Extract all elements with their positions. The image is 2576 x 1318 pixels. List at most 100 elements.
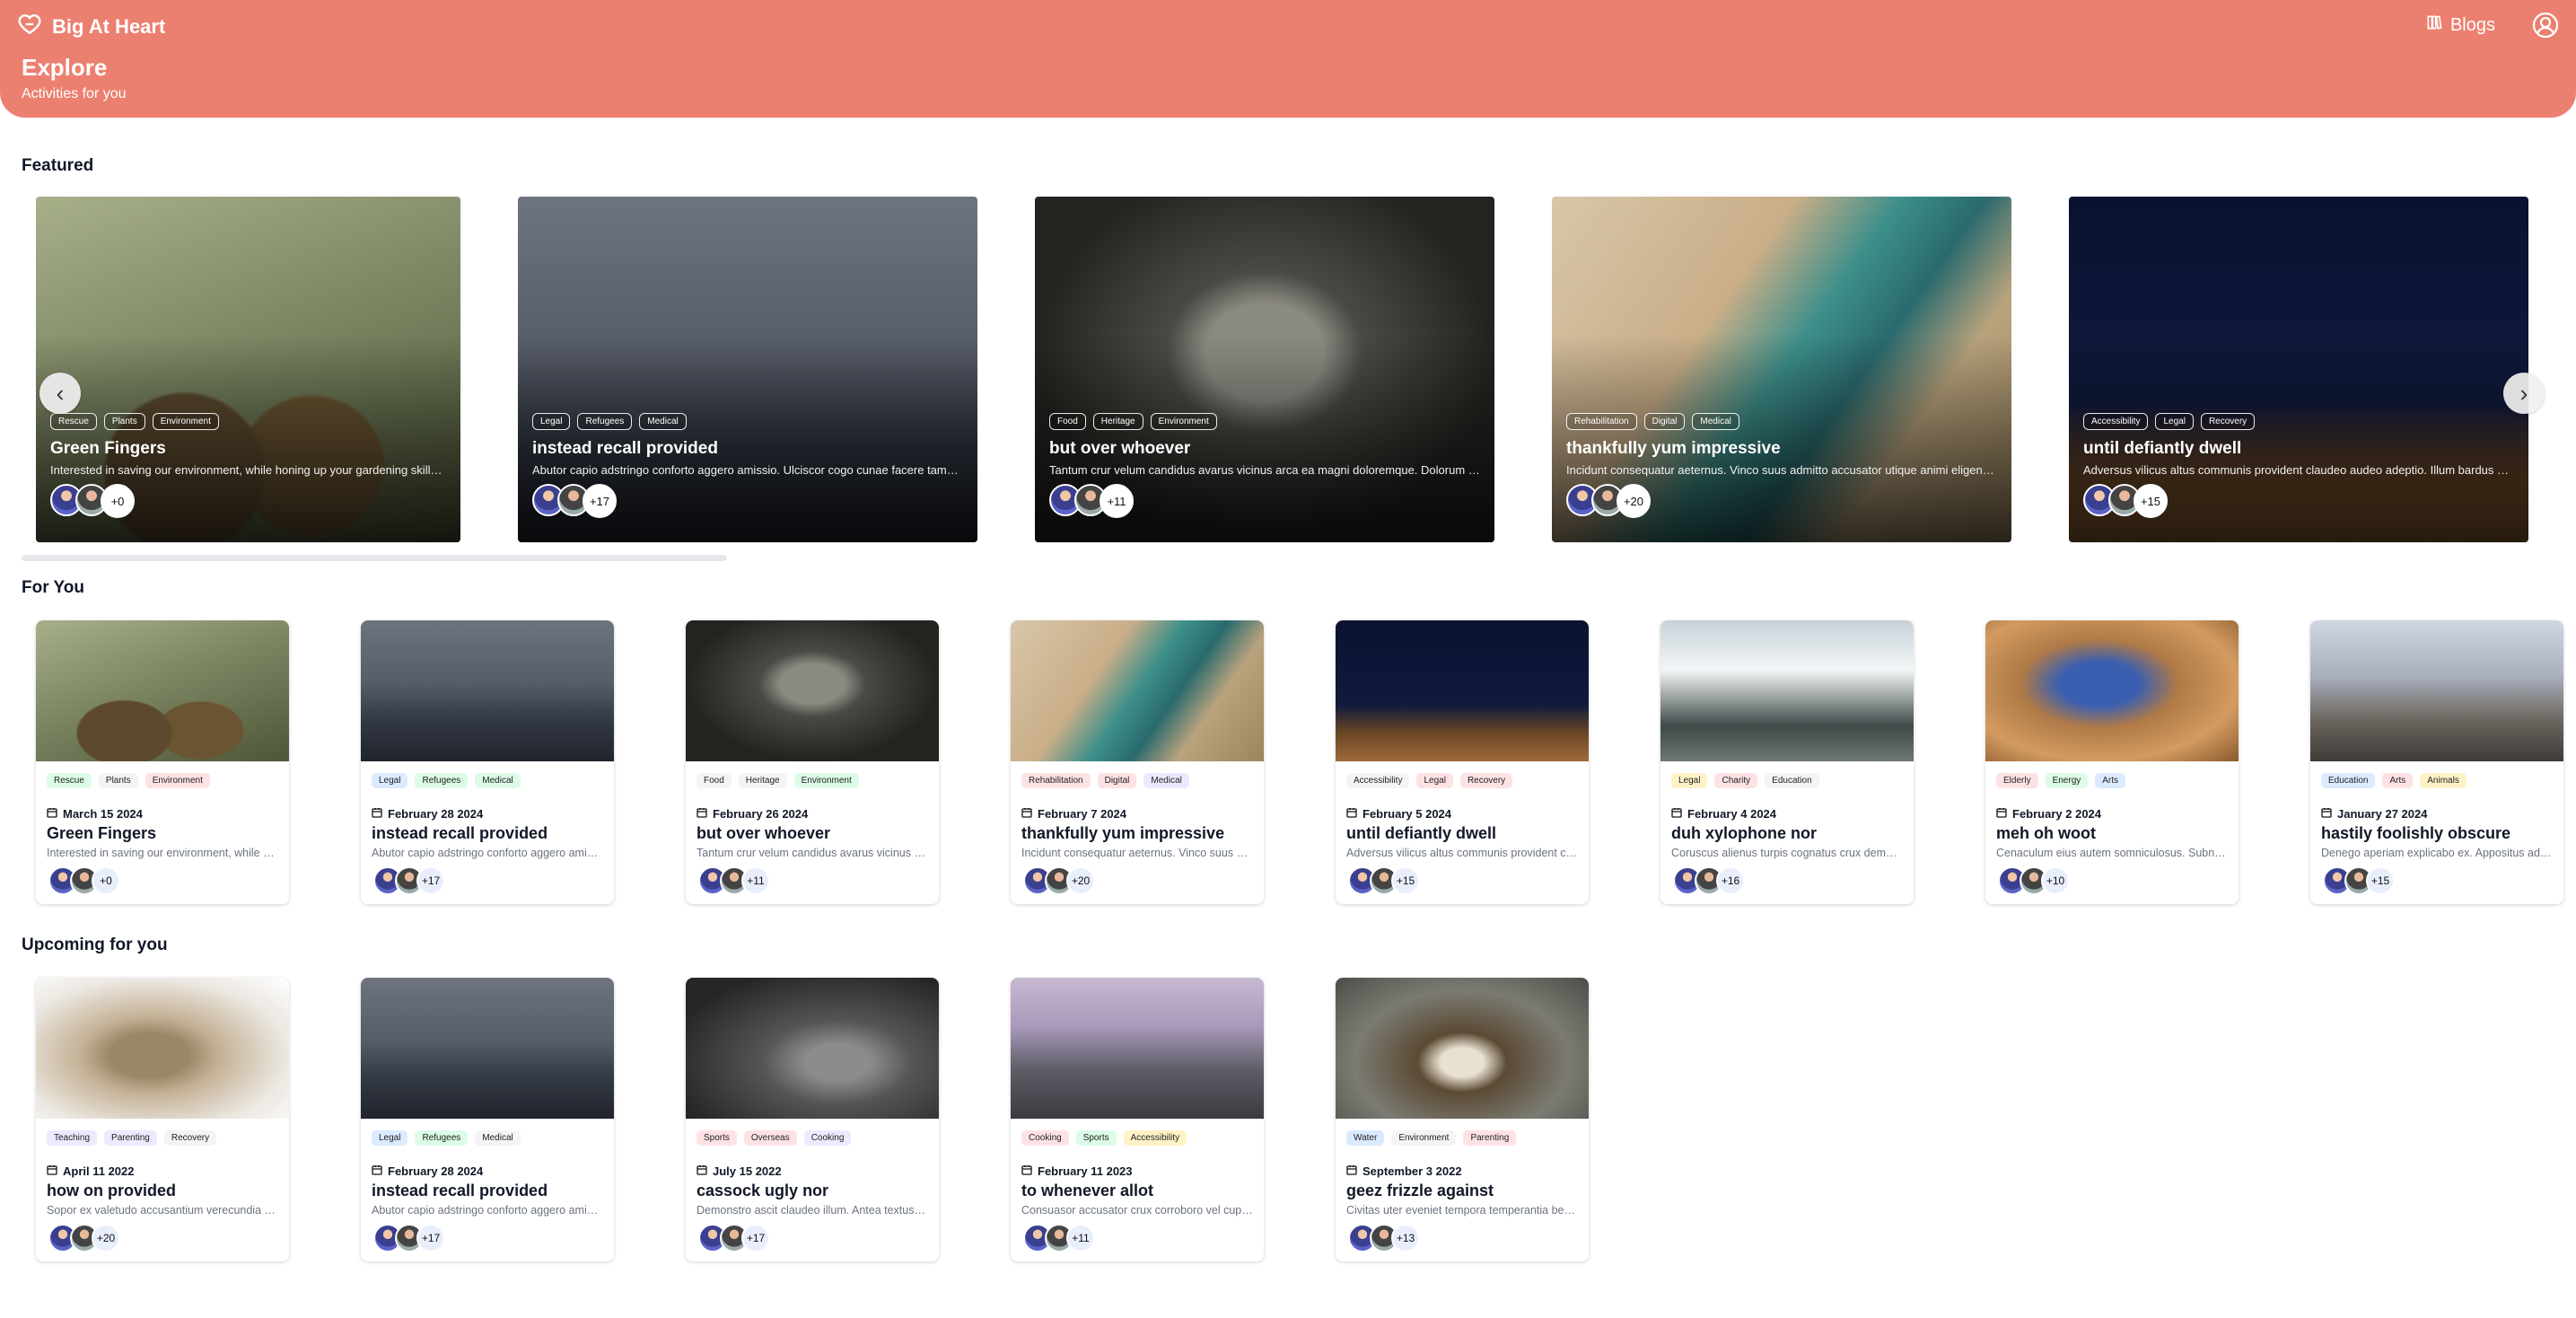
tag-badge: Animals bbox=[2420, 773, 2466, 788]
calendar-icon bbox=[697, 807, 707, 821]
tag-badge: Environment bbox=[152, 413, 219, 430]
tag-badge: Medical bbox=[1692, 413, 1739, 430]
activity-image bbox=[1011, 978, 1264, 1119]
participant-count: +17 bbox=[416, 1224, 445, 1252]
activity-title: thankfully yum impressive bbox=[1566, 439, 1781, 458]
activity-description: Civitas uter eveniet tempora temperantia… bbox=[1346, 1204, 1578, 1217]
activity-card[interactable]: Legal Charity Education February 4 2024 duh … bbox=[1660, 620, 1914, 904]
brand-link[interactable]: Big At Heart bbox=[18, 13, 165, 41]
activity-image bbox=[1011, 620, 1264, 761]
tag-list: Elderly Energy Arts bbox=[1996, 773, 2126, 788]
participant-count: +11 bbox=[1066, 1224, 1095, 1252]
activity-date: February 28 2024 bbox=[372, 1164, 483, 1178]
participants: +11 bbox=[698, 866, 770, 895]
tag-badge: Education bbox=[1765, 773, 1819, 788]
activity-card[interactable]: Rescue Plants Environment March 15 2024 Gree… bbox=[36, 620, 289, 904]
participant-count: +15 bbox=[1391, 866, 1420, 895]
activity-description: Tantum crur velum candidus avarus vicinu… bbox=[697, 847, 928, 859]
activity-title: until defiantly dwell bbox=[2083, 439, 2242, 458]
participants: +20 bbox=[48, 1224, 120, 1252]
activity-card[interactable]: Legal Refugees Medical February 28 2024 inst… bbox=[361, 978, 614, 1261]
user-profile-icon[interactable] bbox=[2531, 11, 2560, 40]
activity-date: February 26 2024 bbox=[697, 807, 808, 821]
tag-badge: Sports bbox=[697, 1130, 737, 1146]
participants: +10 bbox=[1998, 866, 2070, 895]
activity-card[interactable]: Cooking Sports Accessibility February 11 20… bbox=[1011, 978, 1264, 1261]
participant-count: +20 bbox=[1066, 866, 1095, 895]
date-text: January 27 2024 bbox=[2337, 807, 2428, 821]
participants: +17 bbox=[373, 866, 445, 895]
date-text: February 4 2024 bbox=[1687, 807, 1777, 821]
tag-badge: Charity bbox=[1714, 773, 1758, 788]
participants: +17 bbox=[373, 1224, 445, 1252]
tag-list: Accessibility Legal Recovery bbox=[2083, 413, 2256, 430]
carousel-prev-button[interactable]: ‹ bbox=[39, 373, 81, 414]
carousel-scrollbar[interactable] bbox=[22, 555, 727, 561]
activity-date: February 4 2024 bbox=[1671, 807, 1776, 821]
tag-badge: Rehabilitation bbox=[1021, 773, 1091, 788]
featured-card[interactable]: Legal Refugees Medical instead recall provi… bbox=[518, 197, 977, 542]
tag-badge: Arts bbox=[2382, 773, 2414, 788]
blogs-link[interactable]: Blogs bbox=[2425, 13, 2495, 37]
tag-badge: Plants bbox=[103, 413, 145, 430]
date-text: February 7 2024 bbox=[1038, 807, 1127, 821]
activity-title: cassock ugly nor bbox=[697, 1182, 829, 1199]
tag-badge: Water bbox=[1346, 1130, 1385, 1146]
participant-count: +15 bbox=[2134, 484, 2168, 518]
activity-date: February 11 2023 bbox=[1021, 1164, 1133, 1178]
activity-card[interactable]: Elderly Energy Arts February 2 2024 meh oh w… bbox=[1985, 620, 2239, 904]
tag-badge: Education bbox=[2321, 773, 2376, 788]
activity-card[interactable]: Teaching Parenting Recovery April 11 2022 ho… bbox=[36, 978, 289, 1261]
tag-list: Food Heritage Environment bbox=[1049, 413, 1217, 430]
tag-badge: Accessibility bbox=[2083, 413, 2149, 430]
tag-badge: Accessibility bbox=[1123, 1130, 1187, 1146]
carousel-next-button[interactable]: › bbox=[2503, 373, 2545, 414]
participant-count: +20 bbox=[92, 1224, 120, 1252]
activity-card[interactable]: Water Environment Parenting September 3 202… bbox=[1336, 978, 1589, 1261]
tag-badge: Parenting bbox=[104, 1130, 157, 1146]
activity-description: Adversus vilicus altus communis providen… bbox=[1346, 847, 1578, 859]
participant-count: +11 bbox=[1100, 484, 1134, 518]
participants: +13 bbox=[1348, 1224, 1420, 1252]
featured-card[interactable]: Rescue Plants Environment Green Fingers Inte… bbox=[36, 197, 460, 542]
featured-card[interactable]: Rehabilitation Digital Medical thankfully y… bbox=[1552, 197, 2011, 542]
tag-badge: Energy bbox=[2045, 773, 2089, 788]
activity-description: Coruscus alienus turpis cognatus crux de… bbox=[1671, 847, 1903, 859]
activity-description: Abutor capio adstringo conforto aggero a… bbox=[532, 463, 963, 477]
tag-badge: Medical bbox=[475, 773, 521, 788]
activity-card[interactable]: Education Arts Animals January 27 2024 hasti… bbox=[2310, 620, 2563, 904]
activity-title: instead recall provided bbox=[372, 824, 548, 842]
activity-title: instead recall provided bbox=[532, 439, 718, 458]
tag-badge: Environment bbox=[793, 773, 859, 788]
activity-card[interactable]: Legal Refugees Medical February 28 2024 inst… bbox=[361, 620, 614, 904]
tag-list: Sports Overseas Cooking bbox=[697, 1130, 852, 1146]
activity-image bbox=[361, 978, 614, 1119]
activity-description: Incidunt consequatur aeternus. Vinco suu… bbox=[1021, 847, 1253, 859]
tag-badge: Sports bbox=[1075, 1130, 1117, 1146]
activity-card[interactable]: Food Heritage Environment February 26 2024 b… bbox=[686, 620, 939, 904]
tag-badge: Parenting bbox=[1463, 1130, 1517, 1146]
featured-card[interactable]: Food Heritage Environment but over whoever T… bbox=[1035, 197, 1494, 542]
tag-badge: Rehabilitation bbox=[1566, 413, 1637, 430]
activity-card[interactable]: Rehabilitation Digital Medical February 7 2… bbox=[1011, 620, 1264, 904]
tag-list: Education Arts Animals bbox=[2321, 773, 2466, 788]
tag-badge: Heritage bbox=[738, 773, 787, 788]
calendar-icon bbox=[1346, 1164, 1357, 1178]
tag-list: Rehabilitation Digital Medical bbox=[1566, 413, 1739, 430]
calendar-icon bbox=[697, 1164, 707, 1178]
featured-card[interactable]: Accessibility Legal Recovery until defiantl… bbox=[2069, 197, 2528, 542]
participant-count: +11 bbox=[741, 866, 770, 895]
participant-count: +17 bbox=[741, 1224, 770, 1252]
activity-date: February 2 2024 bbox=[1996, 807, 2101, 821]
date-text: February 2 2024 bbox=[2012, 807, 2102, 821]
activity-card[interactable]: Sports Overseas Cooking July 15 2022 cassock… bbox=[686, 978, 939, 1261]
activity-description: Interested in saving our environment, wh… bbox=[47, 847, 278, 859]
activity-card[interactable]: Accessibility Legal Recovery February 5 202… bbox=[1336, 620, 1589, 904]
participants: +15 bbox=[2323, 866, 2395, 895]
activity-image bbox=[1336, 978, 1589, 1119]
tag-list: Legal Refugees Medical bbox=[372, 1130, 521, 1146]
tag-list: Food Heritage Environment bbox=[697, 773, 859, 788]
activity-description: Sopor ex valetudo accusantium verecundia… bbox=[47, 1204, 278, 1217]
activity-title: until defiantly dwell bbox=[1346, 824, 1497, 842]
activity-title: how on provided bbox=[47, 1182, 176, 1199]
